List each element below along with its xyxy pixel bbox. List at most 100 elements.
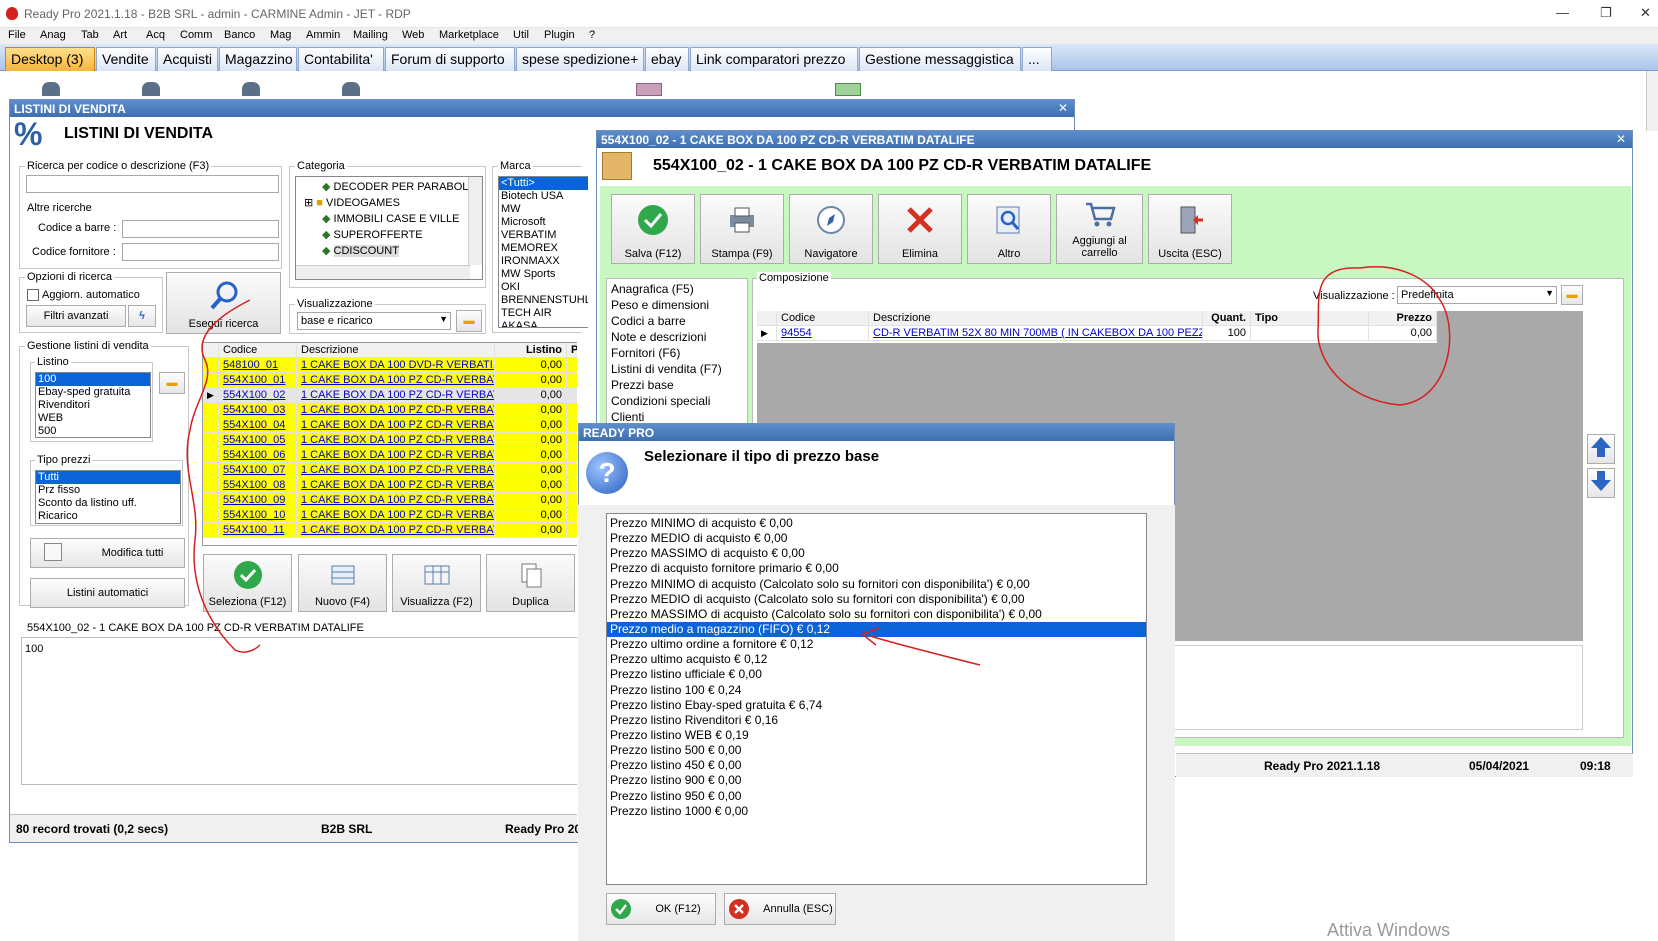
move-down-button[interactable] <box>1587 468 1615 498</box>
row-code[interactable]: 548100_01 <box>219 358 297 373</box>
comp-header-qty[interactable]: Quant. <box>1203 311 1251 326</box>
desktop-user-icon[interactable] <box>42 82 60 96</box>
table-row[interactable]: 554X100_03 1 CAKE BOX DA 100 PZ CD-R VERB… <box>203 403 577 418</box>
row-desc[interactable]: 1 CAKE BOX DA 100 PZ CD-R VERBAT... <box>297 373 495 388</box>
move-up-button[interactable] <box>1587 434 1615 464</box>
comp-row-code[interactable]: 94554 <box>777 326 869 341</box>
row-code[interactable]: 554X100_10 <box>219 508 297 523</box>
desktop-user-icon[interactable] <box>242 82 260 96</box>
delete-button[interactable]: Elimina <box>878 194 962 264</box>
row-desc[interactable]: 1 CAKE BOX DA 100 PZ CD-R VERBAT... <box>297 523 495 538</box>
price-type-option[interactable]: Prezzo listino 950 € 0,00 <box>607 789 1146 804</box>
nav-note-descrizioni[interactable]: Note e descrizioni <box>611 329 743 345</box>
menu-banco[interactable]: Banco <box>224 29 255 41</box>
tipo-prezzi-item[interactable]: Ricarico <box>36 510 180 523</box>
menu-tab[interactable]: Tab <box>81 29 99 41</box>
desktop-user-icon[interactable] <box>142 82 160 96</box>
price-type-list[interactable]: Prezzo MINIMO di acquisto € 0,00 Prezzo M… <box>606 513 1147 885</box>
search-input[interactable] <box>26 175 279 193</box>
table-row[interactable]: ▶ 554X100_02 1 CAKE BOX DA 100 PZ CD-R VER… <box>203 388 577 403</box>
table-row[interactable]: 554X100_01 1 CAKE BOX DA 100 PZ CD-R VERB… <box>203 373 577 388</box>
price-type-option[interactable]: Prezzo medio a magazzino (FIFO) € 0,12 <box>607 621 1146 638</box>
table-row[interactable]: 554X100_04 1 CAKE BOX DA 100 PZ CD-R VERB… <box>203 418 577 433</box>
listino-item[interactable]: Ebay-sped gratuita <box>36 386 150 399</box>
row-code[interactable]: 554X100_01 <box>219 373 297 388</box>
brand-item[interactable]: TECH AIR <box>499 307 588 320</box>
tab-vendite[interactable]: Vendite <box>96 47 156 71</box>
row-desc[interactable]: 1 CAKE BOX DA 100 PZ CD-R VERBAT... <box>297 478 495 493</box>
navigator-button[interactable]: Navigatore <box>789 194 873 264</box>
row-code[interactable]: 554X100_09 <box>219 493 297 508</box>
category-scrollbar[interactable] <box>468 177 482 265</box>
menu-comm[interactable]: Comm <box>180 29 212 41</box>
auto-lists-button[interactable]: Listini automatici <box>30 578 185 608</box>
price-type-option[interactable]: Prezzo MINIMO di acquisto (Calcolato sol… <box>607 577 1146 592</box>
brand-item[interactable]: <Tutti> <box>499 177 588 190</box>
menu-plugin[interactable]: Plugin <box>544 29 575 41</box>
nav-peso-dimensioni[interactable]: Peso e dimensioni <box>611 297 743 313</box>
category-item[interactable]: ◆ IMMOBILI CASE E VILLE <box>300 211 482 227</box>
close-app-button[interactable]: ✕ <box>1640 5 1651 21</box>
maximize-button[interactable]: ❐ <box>1600 5 1612 21</box>
nav-anagrafica[interactable]: Anagrafica (F5) <box>611 281 743 297</box>
exit-button[interactable]: Uscita (ESC) <box>1148 194 1232 264</box>
row-code[interactable]: 554X100_11 <box>219 523 297 538</box>
grid-header-listino[interactable]: Listino <box>495 343 567 358</box>
advanced-filters-button[interactable]: Filtri avanzati <box>26 305 126 327</box>
listino-item[interactable]: 500 <box>36 425 150 437</box>
price-type-option[interactable]: Prezzo MEDIO di acquisto (Calcolato solo… <box>607 592 1146 607</box>
row-desc[interactable]: 1 CAKE BOX DA 100 PZ CD-R VERBAT... <box>297 493 495 508</box>
comp-header-type[interactable]: Tipo <box>1251 311 1369 326</box>
supplier-code-input[interactable] <box>122 243 279 261</box>
listino-list[interactable]: 100 Ebay-sped gratuita Rivenditori WEB 5… <box>35 372 151 438</box>
new-button[interactable]: Nuovo (F4) <box>298 554 387 612</box>
row-code[interactable]: 554X100_05 <box>219 433 297 448</box>
brand-item[interactable]: OKI <box>499 281 588 294</box>
nav-listini-vendita[interactable]: Listini di vendita (F7) <box>611 361 743 377</box>
category-hscrollbar[interactable] <box>296 265 470 279</box>
other-button[interactable]: Altro <box>967 194 1051 264</box>
menu-help[interactable]: ? <box>589 29 595 41</box>
tipo-prezzi-list[interactable]: Tutti Prz fisso Sconto da listino uff. R… <box>35 470 181 524</box>
price-type-option[interactable]: Prezzo MASSIMO di acquisto € 0,00 <box>607 546 1146 561</box>
price-type-option[interactable]: Prezzo listino 100 € 0,24 <box>607 683 1146 698</box>
tab-magazzino[interactable]: Magazzino <box>219 47 297 71</box>
comp-header-price[interactable]: Prezzo <box>1369 311 1437 326</box>
save-button[interactable]: Salva (F12) <box>611 194 695 264</box>
price-type-option[interactable]: Prezzo di acquisto fornitore primario € … <box>607 561 1146 576</box>
brand-item[interactable]: IRONMAXX <box>499 255 588 268</box>
lightning-icon[interactable]: ϟ <box>128 305 156 327</box>
tab-more[interactable]: ... <box>1022 47 1052 71</box>
tab-spese-spedizione[interactable]: spese spedizione+ <box>516 47 644 71</box>
minimize-button[interactable]: — <box>1556 5 1569 20</box>
category-item[interactable]: ◆ SUPEROFFERTE <box>300 227 482 243</box>
table-row[interactable]: 554X100_11 1 CAKE BOX DA 100 PZ CD-R VERB… <box>203 523 577 538</box>
brand-item[interactable]: MW <box>499 203 588 216</box>
nav-fornitori[interactable]: Fornitori (F6) <box>611 345 743 361</box>
price-type-option[interactable]: Prezzo listino 450 € 0,00 <box>607 758 1146 773</box>
desktop-scrollbar[interactable] <box>1646 71 1658 131</box>
tipo-prezzi-item[interactable]: Prz fisso <box>36 484 180 497</box>
grid-header-code[interactable]: Codice <box>219 343 297 358</box>
tab-desktop[interactable]: Desktop (3) <box>5 47 95 71</box>
close-icon[interactable]: ✕ <box>1058 101 1068 115</box>
price-type-option[interactable]: Prezzo listino Rivenditori € 0,16 <box>607 713 1146 728</box>
menu-util[interactable]: Util <box>513 29 529 41</box>
table-row[interactable]: 548100_01 1 CAKE BOX DA 100 DVD-R VERBATI… <box>203 358 577 373</box>
comp-table-row[interactable]: ▶ 94554 CD-R VERBATIM 52X 80 MIN 700MB (… <box>757 326 1437 341</box>
price-type-option[interactable]: Prezzo ultimo acquisto € 0,12 <box>607 652 1146 667</box>
menu-web[interactable]: Web <box>402 29 424 41</box>
price-type-option[interactable]: Prezzo listino 900 € 0,00 <box>607 773 1146 788</box>
table-row[interactable]: 554X100_07 1 CAKE BOX DA 100 PZ CD-R VERB… <box>203 463 577 478</box>
row-code[interactable]: 554X100_02 <box>219 388 297 403</box>
price-type-option[interactable]: Prezzo MINIMO di acquisto € 0,00 <box>607 516 1146 531</box>
table-row[interactable]: 554X100_06 1 CAKE BOX DA 100 PZ CD-R VERB… <box>203 448 577 463</box>
brand-item[interactable]: BRENNENSTUHL <box>499 294 588 307</box>
comp-header-desc[interactable]: Descrizione <box>869 311 1203 326</box>
tab-acquisti[interactable]: Acquisti <box>157 47 218 71</box>
row-desc[interactable]: 1 CAKE BOX DA 100 PZ CD-R VERBAT... <box>297 433 495 448</box>
row-desc[interactable]: 1 CAKE BOX DA 100 PZ CD-R VERBAT... <box>297 403 495 418</box>
brand-item[interactable]: MEMOREX <box>499 242 588 255</box>
table-row[interactable]: 554X100_10 1 CAKE BOX DA 100 PZ CD-R VERB… <box>203 508 577 523</box>
close-icon[interactable]: ✕ <box>1616 132 1626 146</box>
